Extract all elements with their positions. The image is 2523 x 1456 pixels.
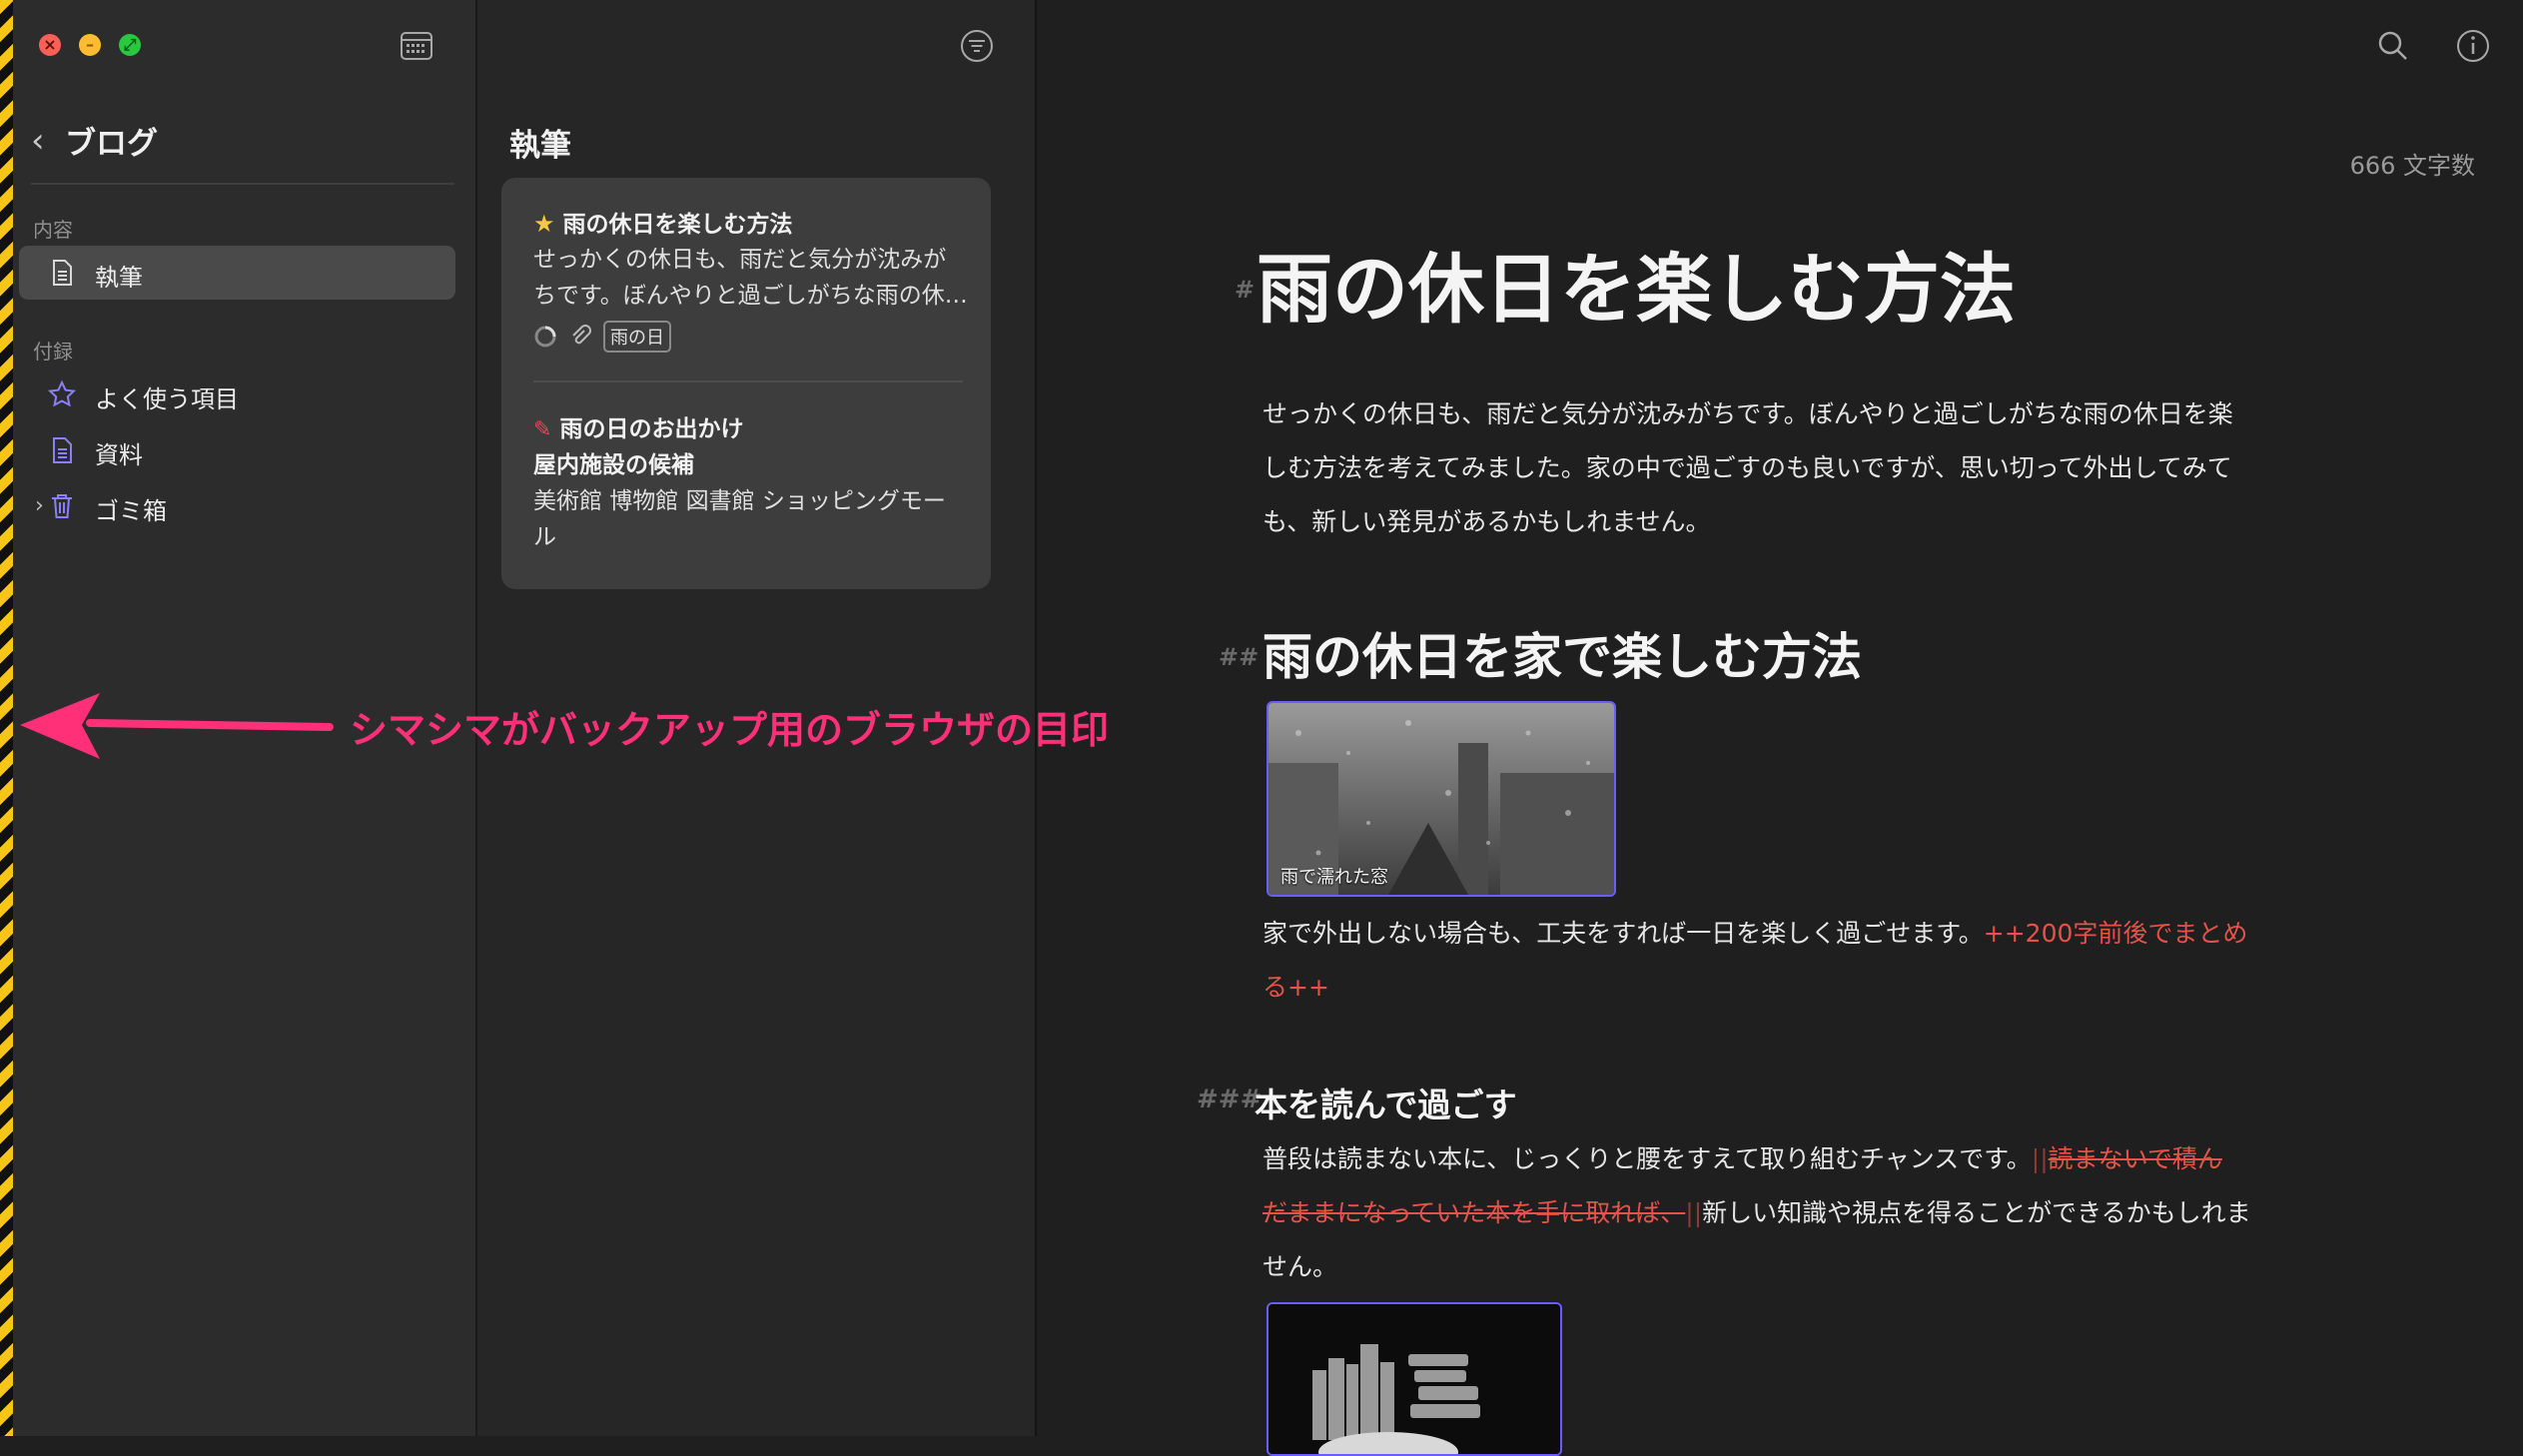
note-title: 雨の日のお出かけ	[559, 416, 744, 442]
note-item[interactable]: ✎ 雨の日のお出かけ 屋内施設の候補 美術館 博物館 図書館 ショッピングモー ル	[533, 411, 963, 555]
note-item[interactable]: ★ 雨の休日を楽しむ方法 せっかくの休日も、雨だと気分が沈みが ちです。ぼんやりと…	[533, 206, 968, 356]
close-window-button[interactable]: ×	[39, 34, 61, 56]
heading-1: 雨の休日を楽しむ方法	[1257, 245, 2016, 334]
annotation-label: シマシマがバックアップ用のブラウザの目印	[350, 708, 1110, 752]
divider	[533, 380, 963, 382]
heading-3: 本を読んで過ごす	[1255, 1086, 1517, 1124]
sidebar-item-label: 執筆	[95, 264, 143, 292]
sidebar-item-label: ゴミ箱	[95, 497, 167, 525]
note-title: 雨の休日を楽しむ方法	[562, 212, 793, 238]
note-list-card: ★ 雨の休日を楽しむ方法 せっかくの休日も、雨だと気分が沈みが ちです。ぼんやりと…	[501, 178, 991, 589]
books-photo	[1268, 1304, 1560, 1454]
image-rain-window[interactable]: 雨で濡れた窓	[1266, 701, 1616, 897]
divider	[31, 183, 454, 185]
section-label-contents: 内容	[33, 218, 73, 242]
sidebar-item-writing[interactable]: 執筆	[19, 246, 455, 300]
note-preview-line: 屋内施設の候補	[533, 452, 694, 478]
heading-marker: ###	[1197, 1085, 1262, 1114]
editor[interactable]: 666 文字数 # 雨の休日を楽しむ方法 せっかくの休日も、雨だと気分が沈みがち…	[1037, 0, 2523, 1456]
deleted-text: だままになっていた本を手に取れば、	[1262, 1198, 1686, 1227]
document-icon	[53, 260, 72, 286]
paragraph-home: 家で外出しない場合も、工夫をすれば一日を楽しく過ごせます。++200字前後でまと…	[1262, 919, 2248, 1002]
note-list-title: 執筆	[509, 128, 571, 164]
tag-badge[interactable]: 雨の日	[603, 321, 671, 353]
image-caption: 雨で濡れた窓	[1280, 867, 1388, 888]
back-chevron-icon[interactable]: ‹	[31, 124, 53, 158]
annotation-arrow-icon	[20, 693, 334, 759]
trash-icon	[52, 494, 72, 518]
close-icon: ×	[43, 35, 57, 54]
backup-browser-stripe	[0, 0, 13, 1436]
star-outline-icon	[47, 379, 77, 407]
heading-2: 雨の休日を家で楽しむ方法	[1262, 628, 1862, 686]
scribble-icon: ✎	[533, 417, 552, 442]
heading-marker: ##	[1219, 643, 1260, 671]
deleted-text: 読まないで積ん	[2048, 1144, 2222, 1173]
inserted-text: ++200字前後でまとめ	[1983, 919, 2248, 948]
sidebar-item-label: よく使う項目	[95, 385, 239, 413]
sidebar-title: ブログ	[65, 126, 158, 162]
heading-marker: #	[1235, 276, 1256, 304]
sidebar-item-label: 資料	[95, 441, 143, 469]
minimize-window-button[interactable]: –	[79, 34, 101, 56]
calendar-icon[interactable]	[401, 32, 432, 60]
sidebar-item-favorites[interactable]: よく使う項目	[19, 367, 455, 421]
disclosure-chevron-icon[interactable]: ›	[35, 493, 44, 518]
zoom-window-button[interactable]: ⤢	[119, 34, 141, 56]
document: # 雨の休日を楽しむ方法 せっかくの休日も、雨だと気分が沈みがちです。ぼんやりと…	[1037, 0, 2523, 1456]
note-preview-line: せっかくの休日も、雨だと気分が沈みが	[533, 247, 947, 273]
zoom-icon: ⤢	[123, 35, 137, 54]
minimize-icon: –	[86, 35, 94, 54]
paragraph-reading: 普段は読まない本に、じっくりと腰をすえて取り組むチャンスです。||読まないで積ん…	[1262, 1144, 2251, 1281]
progress-icon	[534, 326, 556, 348]
sidebar-item-trash[interactable]: › ゴミ箱	[19, 479, 455, 533]
sidebar-item-materials[interactable]: 資料	[19, 423, 455, 477]
paperclip-icon	[572, 325, 591, 345]
paragraph-intro: せっかくの休日も、雨だと気分が沈みがちです。ぼんやりと過ごしがちな雨の休日を楽 …	[1262, 399, 2233, 536]
section-label-appendix: 付録	[33, 340, 73, 364]
document-icon	[53, 437, 72, 463]
note-preview-line: ちです。ぼんやりと過ごしがちな雨の休…	[533, 283, 968, 309]
inserted-text: る++	[1262, 973, 1329, 1002]
note-preview-line: 美術館 博物館 図書館 ショッピングモー	[533, 488, 946, 514]
filter-icon[interactable]	[959, 28, 995, 64]
image-books[interactable]	[1266, 1302, 1562, 1456]
star-icon: ★	[533, 210, 555, 238]
note-preview-line: ル	[533, 524, 556, 550]
